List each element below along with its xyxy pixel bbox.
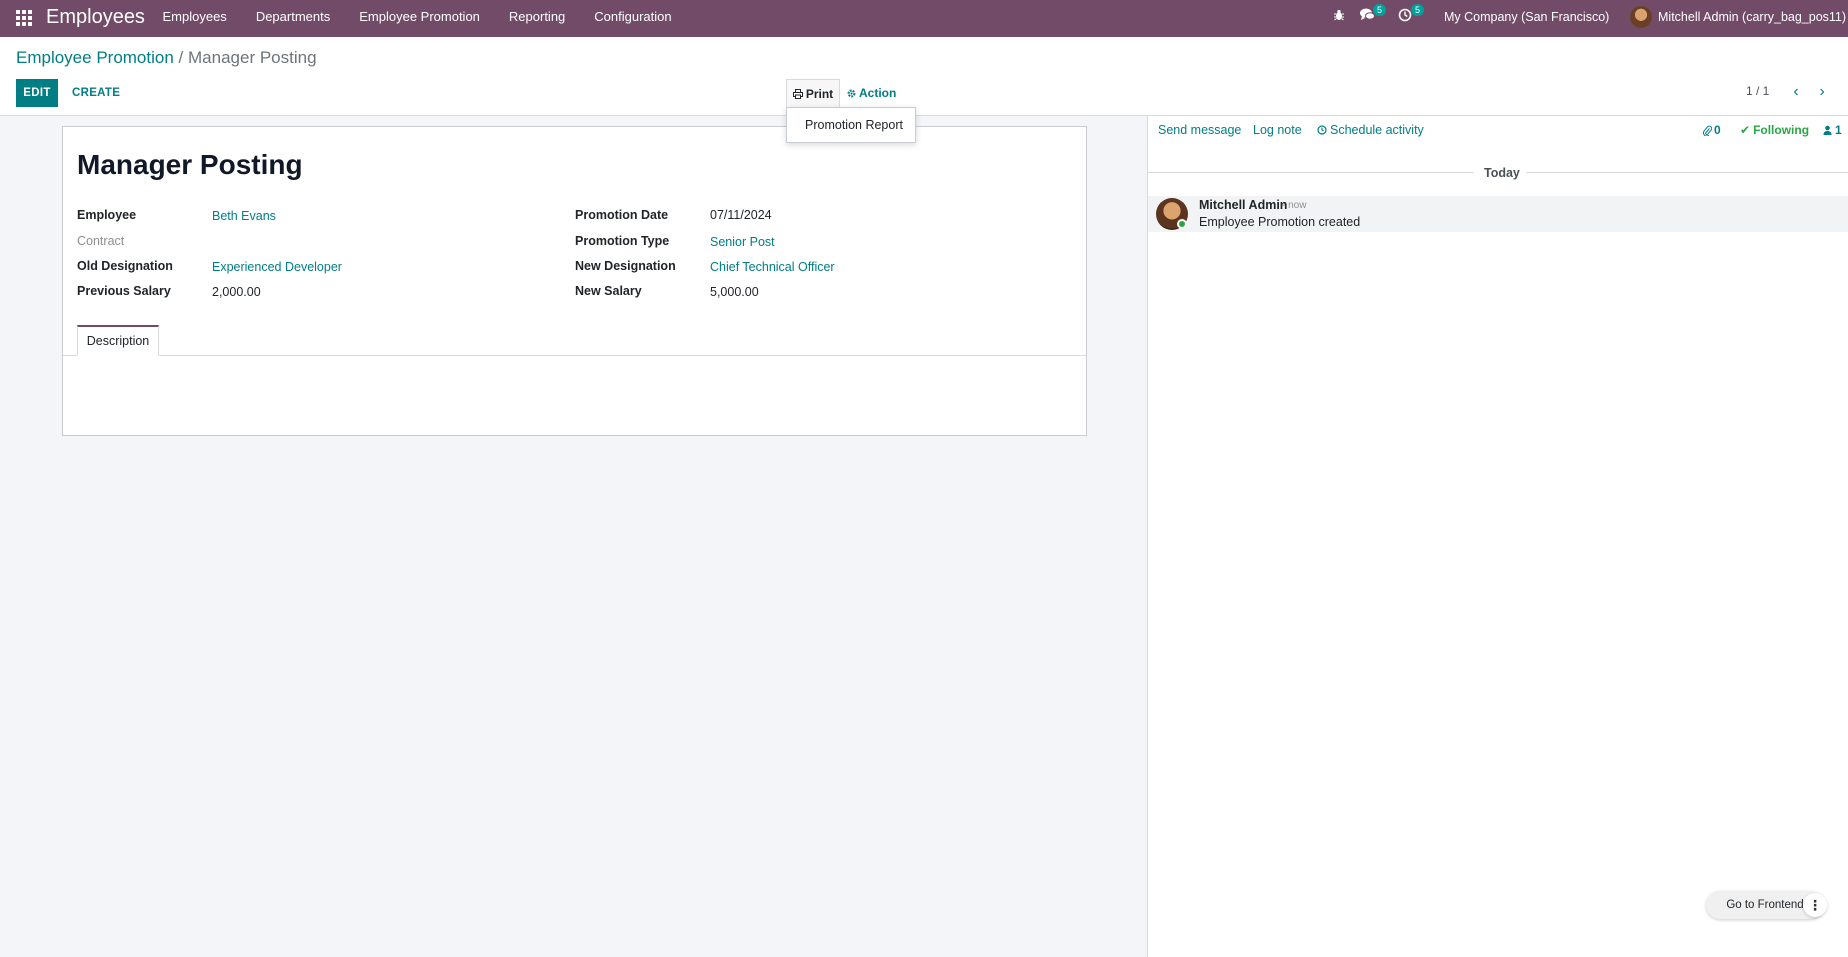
print-icon	[792, 88, 803, 99]
main-menu: Employees Departments Employee Promotion…	[148, 0, 686, 37]
promotion-type-field[interactable]: Senior Post	[710, 235, 775, 249]
user-avatar	[1630, 6, 1652, 28]
followers-button[interactable]: 1	[1823, 123, 1842, 137]
divider-left	[1148, 172, 1474, 173]
send-message-button[interactable]: Send message	[1158, 123, 1241, 137]
menu-reporting[interactable]: Reporting	[494, 0, 579, 37]
gear-icon	[847, 89, 856, 97]
debug-bug-icon[interactable]	[1330, 8, 1348, 26]
top-navbar: Employees Employees Departments Employee…	[0, 0, 1848, 37]
schedule-activity-label: Schedule activity	[1330, 123, 1424, 137]
menu-configuration[interactable]: Configuration	[580, 0, 686, 37]
activities-clock-icon[interactable]: 5	[1396, 4, 1424, 26]
apps-grid-icon[interactable]	[16, 10, 32, 26]
message-item: Mitchell Admin - now Employee Promotion …	[1148, 196, 1848, 232]
action-label: Action	[859, 86, 897, 100]
user-icon	[1823, 125, 1832, 135]
action-button[interactable]: Action	[847, 79, 896, 107]
pager-previous-icon[interactable]: ‹	[1786, 82, 1806, 102]
messages-badge: 5	[1372, 4, 1386, 16]
form-sheet: Manager Posting Employee Beth Evans Cont…	[62, 126, 1087, 436]
online-status-icon	[1177, 219, 1187, 229]
messages-icon[interactable]: 5	[1358, 4, 1386, 26]
edit-button[interactable]: EDIT	[16, 79, 58, 107]
user-name: Mitchell Admin (carry_bag_pos11)	[1658, 10, 1847, 24]
record-title: Manager Posting	[77, 149, 303, 180]
control-panel: Employee Promotion / Manager Posting EDI…	[0, 37, 1848, 116]
more-options-icon[interactable]: ⋮	[1803, 893, 1827, 917]
menu-employee-promotion[interactable]: Employee Promotion	[345, 0, 495, 37]
tab-divider	[63, 355, 1086, 356]
log-note-button[interactable]: Log note	[1253, 123, 1302, 137]
promotion-report-item[interactable]: Promotion Report	[805, 118, 903, 132]
following-label: Following	[1753, 123, 1810, 137]
print-dropdown-menu: Promotion Report	[786, 107, 916, 143]
old-designation-field[interactable]: Experienced Developer	[212, 260, 342, 274]
message-author[interactable]: Mitchell Admin	[1199, 198, 1287, 212]
attachments-button[interactable]: 0	[1703, 123, 1721, 137]
menu-employees[interactable]: Employees	[148, 0, 241, 37]
divider-right	[1526, 172, 1848, 173]
breadcrumb: Employee Promotion / Manager Posting	[16, 48, 317, 68]
paperclip-icon	[1703, 125, 1712, 136]
contract-field[interactable]	[212, 234, 412, 250]
attachments-count: 0	[1714, 123, 1721, 137]
new-salary-field[interactable]: 5,000.00	[710, 285, 759, 299]
activities-badge: 5	[1410, 4, 1424, 16]
create-button[interactable]: CREATE	[64, 79, 128, 107]
previous-salary-field[interactable]: 2,000.00	[212, 285, 261, 299]
followers-count: 1	[1835, 123, 1842, 137]
app-brand[interactable]: Employees	[46, 6, 145, 29]
contract-label: Contract	[77, 234, 125, 248]
promotion-date-label: Promotion Date	[575, 208, 669, 222]
new-designation-label: New Designation	[575, 259, 676, 273]
pager-value[interactable]: 1 / 1	[1746, 84, 1769, 98]
date-separator: Today	[1484, 166, 1520, 180]
schedule-activity-button[interactable]: Schedule activity	[1317, 123, 1424, 137]
promotion-type-label: Promotion Type	[575, 234, 670, 248]
breadcrumb-current: Manager Posting	[188, 48, 317, 67]
company-switcher[interactable]: My Company (San Francisco)	[1444, 10, 1609, 24]
new-designation-field[interactable]: Chief Technical Officer	[710, 260, 835, 274]
old-designation-label: Old Designation	[77, 259, 173, 273]
chatter-panel: Send message Log note Schedule activity …	[1147, 116, 1848, 957]
previous-salary-label: Previous Salary	[77, 284, 171, 298]
new-salary-label: New Salary	[575, 284, 642, 298]
promotion-date-field[interactable]: 07/11/2024	[710, 208, 772, 222]
print-button[interactable]: Print	[786, 79, 840, 107]
following-button[interactable]: ✔ Following	[1740, 123, 1809, 137]
employee-field[interactable]: Beth Evans	[212, 209, 276, 223]
user-menu[interactable]: Mitchell Admin (carry_bag_pos11)	[1630, 6, 1846, 28]
clock-icon	[1317, 125, 1327, 135]
message-body: Employee Promotion created	[1199, 215, 1361, 229]
check-icon: ✔	[1740, 123, 1751, 137]
pager-next-icon[interactable]: ›	[1812, 82, 1832, 102]
tab-description[interactable]: Description	[77, 325, 159, 356]
breadcrumb-separator: /	[178, 48, 184, 67]
message-time: - now	[1282, 200, 1307, 211]
menu-departments[interactable]: Departments	[241, 0, 344, 37]
print-label: Print	[805, 86, 834, 101]
breadcrumb-parent-link[interactable]: Employee Promotion	[16, 48, 174, 67]
employee-label: Employee	[77, 208, 137, 222]
